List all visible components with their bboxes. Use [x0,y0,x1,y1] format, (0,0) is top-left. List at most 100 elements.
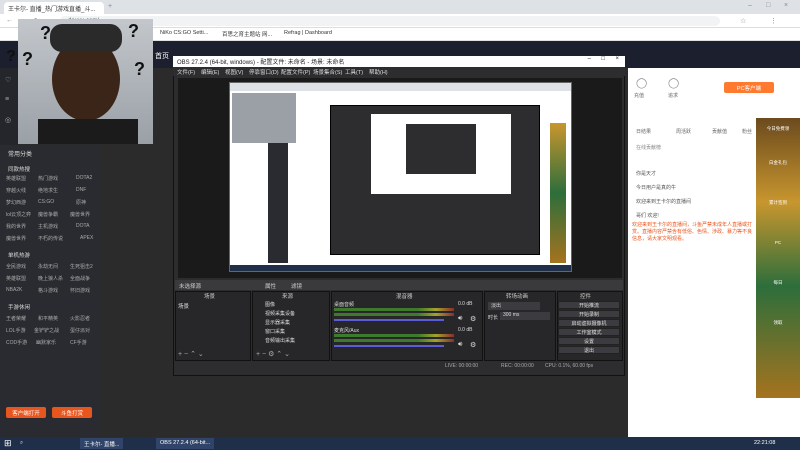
category-link[interactable]: DOTA [76,223,90,229]
studio-mode-button[interactable]: 工作室模式 [558,328,620,336]
pc-client-badge[interactable]: PC客户端 [724,82,774,93]
category-link[interactable]: 蛋仔派对 [70,327,90,334]
start-recording-button[interactable]: 开始录制 [558,310,620,318]
add-source-icon[interactable]: + − ⚙ ⌃ ⌄ [256,350,290,358]
category-link[interactable]: COD手游 [6,339,27,346]
settings-button[interactable]: 设置 [558,337,620,345]
bookmark-item[interactable]: NiKo CS:GO Setti... [160,30,208,36]
category-link[interactable]: 晚上狼人杀 [38,275,63,282]
category-link[interactable]: CF手游 [70,339,87,346]
exit-button[interactable]: 退出 [558,346,620,354]
menu-docks[interactable]: 停靠窗口(D) [249,68,279,76]
speaker-icon[interactable]: 🔊︎ [458,315,462,323]
search-icon[interactable]: ⌕ [20,440,23,447]
open-client-button[interactable]: 客户端打开 [6,407,46,418]
close-icon[interactable]: × [784,2,788,9]
properties-button[interactable]: 属性 [265,282,276,290]
category-link[interactable]: 热门游戏 [38,175,58,182]
category-link[interactable]: lol云顶之弈 [6,211,31,218]
category-link[interactable]: 永劫无间 [38,263,58,270]
rank-tab[interactable]: 日结果 [636,128,651,135]
rank-tab[interactable]: 粉丝 [742,128,752,135]
rank-tab[interactable]: 周活跃 [676,128,691,135]
category-link[interactable]: NBA2K [6,287,22,293]
category-link[interactable]: CS:GO [38,199,54,205]
category-link[interactable]: 全面战争 [70,275,90,282]
taskbar-item-obs[interactable]: OBS 27.2.4 (64-bit... [156,438,215,449]
category-link[interactable]: 英雄联盟 [6,275,26,282]
category-link[interactable]: 穿越火线 [6,187,26,194]
virtual-camera-button[interactable]: 启动虚拟摄像机 [558,319,620,327]
bookmark-item[interactable]: 百思之育主题站 网... [222,30,272,38]
star-icon[interactable]: ☆ [740,17,746,25]
recharge-label[interactable]: 充值 [634,92,644,99]
source-item[interactable]: 窗口采集 [265,328,285,335]
category-link[interactable]: 我的世界 [6,223,26,230]
gear-icon[interactable]: ⚙ [470,315,476,323]
category-link[interactable]: APEX [80,235,93,241]
start-streaming-button[interactable]: 开始推流 [558,301,620,309]
category-link[interactable]: 原神 [76,199,86,206]
home-link[interactable]: 首页 [155,51,169,61]
menu-profile[interactable]: 配置文件(P) [281,68,310,76]
source-item[interactable]: 视频采集设备 [265,310,295,317]
category-link[interactable]: 绝地求生 [38,187,58,194]
category-link[interactable]: 生死狙击2 [70,263,93,270]
category-link[interactable]: LOL手游 [6,327,25,334]
heart-icon[interactable]: ♡ [5,76,11,84]
transition-select[interactable]: 淡出 [488,302,540,310]
source-item[interactable]: 音频输出采集 [265,337,295,344]
category-link[interactable]: 不朽的传说 [38,235,63,242]
follow-label[interactable]: 追求 [668,92,678,99]
category-link[interactable]: 怀旧游戏 [70,287,90,294]
menu-help[interactable]: 帮助(H) [369,68,388,76]
category-link[interactable]: 魔兽争霸 [38,211,58,218]
category-link[interactable]: 格斗游戏 [38,287,58,294]
category-link[interactable]: 王者荣耀 [6,315,26,322]
category-link[interactable]: 全民游戏 [6,263,26,270]
menu-icon[interactable]: ⋮ [770,17,777,25]
volume-slider[interactable] [334,319,444,321]
category-link[interactable]: 主机游戏 [38,223,58,230]
bookmark-item[interactable]: Refrag | Dashboard [284,30,332,36]
category-link[interactable]: DNF [76,187,86,193]
category-link[interactable]: 火影忍者 [70,315,90,322]
menu-edit[interactable]: 编辑(E) [201,68,219,76]
maximize-icon[interactable]: □ [766,2,770,9]
filters-button[interactable]: 滤镜 [291,282,302,290]
minimize-icon[interactable]: – [748,2,752,9]
add-scene-icon[interactable]: + − ⌃ ⌄ [178,350,204,358]
scene-item[interactable]: 场景 [178,302,189,310]
back-icon[interactable]: ← [6,17,13,24]
source-item[interactable]: 显示器采集 [265,319,290,326]
maximize-icon[interactable]: □ [601,56,605,62]
rank-tab[interactable]: 贡献值 [712,128,727,135]
volume-slider[interactable] [334,345,444,347]
close-icon[interactable]: × [615,56,619,62]
category-link[interactable]: 和平精英 [38,315,58,322]
duration-input[interactable]: 300 ms [500,312,550,320]
list-icon[interactable]: ≡ [5,96,9,103]
speaker-icon[interactable]: 🔊︎ [458,341,462,349]
category-link[interactable]: 魔兽世界 [6,235,26,242]
category-link[interactable]: 魔兽世界 [70,211,90,218]
menu-file[interactable]: 文件(F) [177,68,195,76]
windows-start-icon[interactable]: ⊞ [4,438,12,449]
url-input[interactable]: douyu.com/... [60,16,720,26]
menu-tools[interactable]: 工具(T) [345,68,363,76]
category-link[interactable]: 金铲铲之战 [34,327,59,334]
recharge-icon[interactable]: ◯ [636,78,647,89]
browser-tab[interactable]: 王卡尔- 直播_热门游戏直播_斗... [4,2,104,14]
gear-icon[interactable]: ⚙ [470,341,476,349]
follow-icon[interactable]: ◯ [668,78,679,89]
category-link[interactable]: 幽默家乐 [36,339,56,346]
menu-scene-collection[interactable]: 场景集合(S) [313,68,342,76]
game-icon[interactable]: ◎ [5,116,11,124]
category-link[interactable]: 英雄联盟 [6,175,26,182]
category-link[interactable]: 梦幻西游 [6,199,26,206]
minimize-icon[interactable]: – [588,56,591,62]
menu-view[interactable]: 视图(V) [225,68,243,76]
new-tab-icon[interactable]: + [108,3,112,10]
category-link[interactable]: DOTA2 [76,175,92,181]
source-item[interactable]: 图像 [265,301,275,308]
